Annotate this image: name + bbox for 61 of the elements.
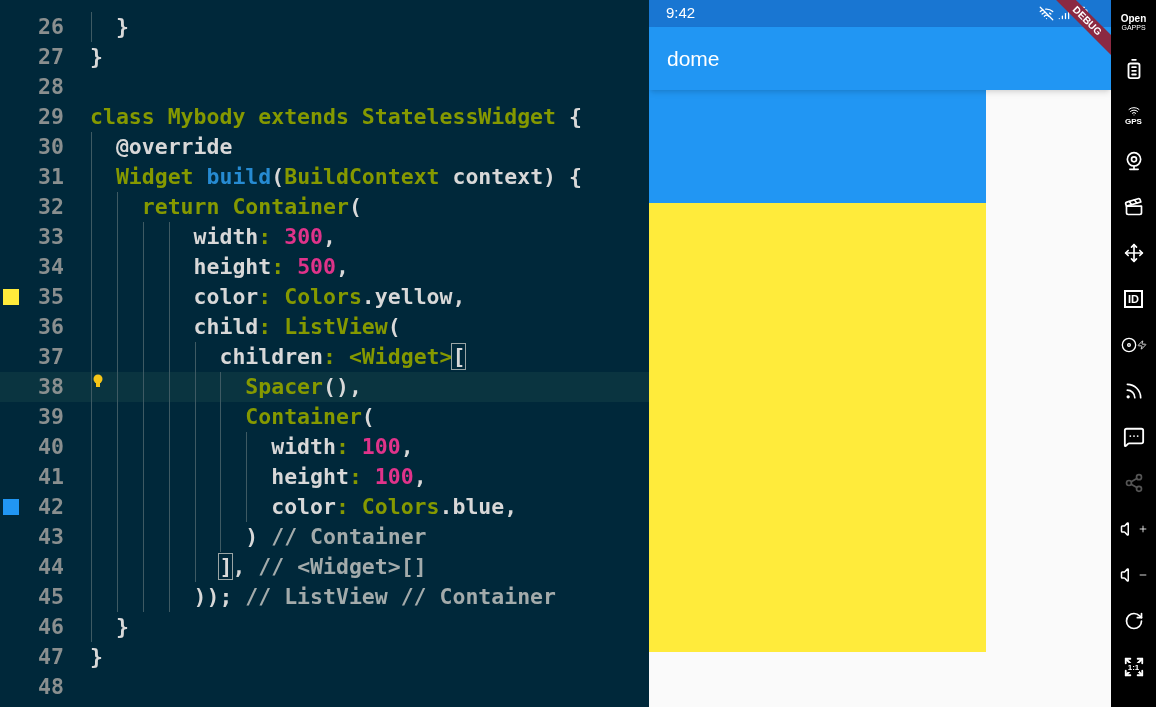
line-number: 43 — [37, 522, 64, 551]
actual-size-button[interactable]: 1:1 — [1122, 656, 1145, 678]
line-number: 31 — [37, 162, 64, 191]
message-icon[interactable] — [1122, 426, 1145, 448]
code-line: child: ListView( — [193, 312, 401, 341]
code-line: width: 100, — [271, 432, 414, 461]
line-number: 39 — [37, 402, 64, 431]
move-icon[interactable] — [1123, 243, 1144, 263]
line-number: 48 — [37, 672, 64, 701]
code-line: Spacer(), — [245, 372, 362, 401]
code-line: height: 500, — [193, 252, 349, 281]
disc-bolt-icon[interactable] — [1120, 337, 1147, 353]
code-line: ], // <Widget>[] — [219, 552, 427, 581]
volume-up-icon[interactable] — [1119, 520, 1148, 538]
clapperboard-icon[interactable] — [1123, 197, 1144, 217]
volume-down-icon[interactable] — [1119, 566, 1148, 584]
line-number: 37 — [37, 342, 64, 371]
code-line: return Container( — [141, 192, 362, 221]
code-line: children: <Widget>[ — [219, 342, 466, 371]
status-time: 9:42 — [666, 3, 696, 24]
code-line: width: 300, — [193, 222, 336, 251]
rotate-icon[interactable] — [1123, 611, 1144, 631]
wifi-off-icon — [1039, 6, 1054, 21]
line-number: 30 — [37, 132, 64, 161]
color-swatch[interactable] — [3, 499, 19, 515]
color-swatch[interactable] — [3, 289, 19, 305]
code-line: } — [115, 12, 129, 41]
code-line: color: Colors.yellow, — [193, 282, 466, 311]
code-line: } — [115, 612, 129, 641]
line-number: 45 — [37, 582, 64, 611]
code-line: class Mybody extends StatelessWidget { — [90, 102, 582, 131]
line-number: 44 — [37, 552, 64, 581]
line-number: 42 — [37, 492, 64, 521]
line-number: 36 — [37, 312, 64, 341]
lightbulb-icon[interactable] — [93, 374, 103, 388]
app-bar-title: dome — [667, 45, 720, 72]
line-number: 47 — [37, 642, 64, 671]
line-number: 40 — [37, 432, 64, 461]
line-number: 29 — [37, 102, 64, 131]
id-button[interactable]: ID — [1124, 290, 1143, 308]
line-number: 41 — [37, 462, 64, 491]
wifi-icon — [1127, 104, 1140, 117]
code-line: height: 100, — [271, 462, 427, 491]
line-number: 35 — [37, 282, 64, 311]
line-number: 33 — [37, 222, 64, 251]
line-number: 34 — [37, 252, 64, 281]
code-line: )); // ListView // Container — [193, 582, 556, 611]
code-line: color: Colors.blue, — [271, 492, 518, 521]
code-line: Container( — [245, 402, 375, 431]
line-number: 32 — [37, 192, 64, 221]
line-number: 46 — [37, 612, 64, 641]
code-line: ) // Container — [245, 522, 427, 551]
code-line: @override — [115, 132, 233, 161]
line-number: 27 — [37, 42, 64, 71]
code-line: } — [90, 42, 103, 71]
gps-button[interactable]: GPS — [1125, 104, 1142, 126]
line-number: 26 — [37, 12, 64, 41]
code-line: Widget build(BuildContext context) { — [115, 162, 582, 191]
line-number: 28 — [37, 72, 64, 101]
code-line: } — [90, 642, 103, 671]
line-number: 38 — [37, 372, 64, 401]
